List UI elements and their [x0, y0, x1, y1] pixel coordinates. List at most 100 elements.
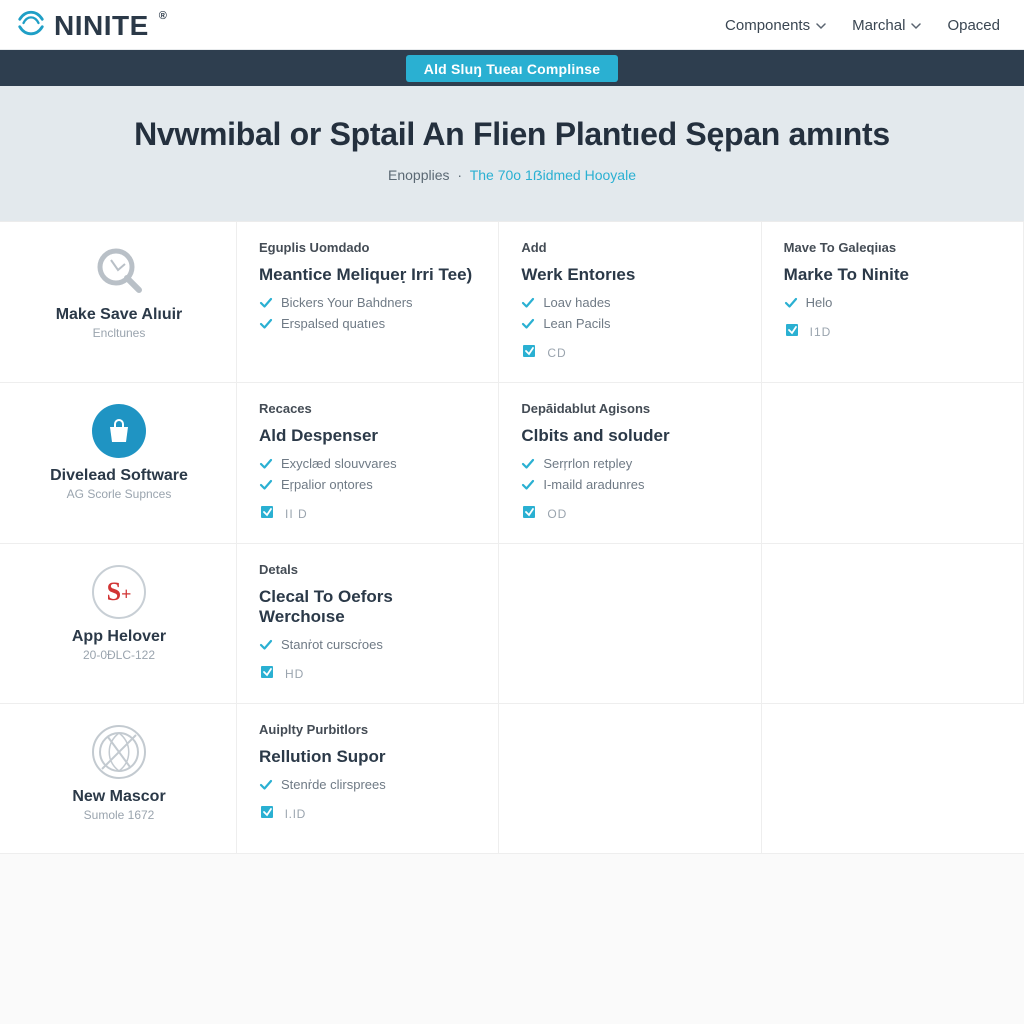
- cube-icon: [521, 341, 539, 364]
- cube-icon: [521, 502, 539, 525]
- feature-label: Lean Pacils: [543, 316, 610, 331]
- category-title: Divelead Software: [50, 467, 188, 485]
- feature-list: Serŗrlon retpley I-maild aradunres: [521, 456, 740, 492]
- badge[interactable]: OD: [521, 502, 740, 525]
- feature-label: Exyclæd slouvvares: [281, 456, 397, 471]
- nav-label: Components: [725, 17, 810, 34]
- content-card: [499, 704, 761, 854]
- content-card: [499, 544, 761, 704]
- feature-item: Lean Pacils: [521, 316, 740, 331]
- nav-opaced[interactable]: Opaced: [947, 17, 1000, 34]
- cube-icon: [259, 662, 277, 685]
- trademark: ®: [159, 10, 167, 22]
- top-nav: NINITE ® Components Marchal Opaced: [0, 0, 1024, 50]
- cube-icon: [784, 320, 802, 343]
- nav-components[interactable]: Components: [725, 17, 826, 34]
- feature-label: Stanṙot cursсṙoes: [281, 637, 383, 652]
- badge-label: l.lD: [285, 807, 306, 821]
- badge-label: II D: [285, 507, 308, 521]
- feature-label: Bickers Your Bahdners: [281, 295, 413, 310]
- feature-list: Stenṙde clirsprees: [259, 777, 478, 792]
- hero-subtitle: Enopplies · The 70o 1ẞidmed Hooyale: [40, 167, 984, 183]
- content-card: [762, 704, 1024, 854]
- badge[interactable]: HD: [259, 662, 478, 685]
- feature-label: Eŗpalior oņtores: [281, 477, 373, 492]
- nav-links: Components Marchal Opaced: [725, 17, 1000, 34]
- content-card: Mave To Galeqiıas Marke To Ninite Helo I…: [762, 222, 1024, 383]
- feature-item: Helo: [784, 295, 1003, 310]
- card-eyebrow: Mave To Galeqiıas: [784, 240, 1003, 255]
- card-title: Clecal To Oefors Werchoıse: [259, 587, 478, 627]
- feature-item: Stenṙde clirsprees: [259, 777, 478, 792]
- badge-label: I1D: [810, 325, 832, 339]
- nav-label: Marchal: [852, 17, 905, 34]
- badge-label: HD: [285, 667, 304, 681]
- feature-item: Loav hades: [521, 295, 740, 310]
- hero-sub-prefix: Enopplies: [388, 167, 450, 183]
- hero: Nvwmibal or Sptail An Flien Plantıed Sęp…: [0, 86, 1024, 221]
- brand-name: NINITE: [54, 10, 149, 42]
- category-grid: Make Save Alıuir Encltunes Eguplis Uomda…: [0, 221, 1024, 854]
- card-title: Rellution Supor: [259, 747, 478, 767]
- bag-icon: [91, 403, 147, 459]
- chevron-down-icon: [911, 21, 921, 31]
- category-tile[interactable]: Divelead Software AG Scorle Supnces: [0, 383, 237, 544]
- nav-marchal[interactable]: Marchal: [852, 17, 921, 34]
- card-title: Marke To Ninite: [784, 265, 1003, 285]
- content-card: [762, 544, 1024, 704]
- content-card: Recaces Ald Despenser Exyclæd slouvvares…: [237, 383, 499, 544]
- feature-list: Bickers Your Bahdners Erspalsed quatıes: [259, 295, 478, 331]
- separator: ·: [457, 167, 462, 183]
- content-card: Eguplis Uomdado Meantice Meliqueṛ Irri T…: [237, 222, 499, 383]
- feature-label: Erspalsed quatıes: [281, 316, 385, 331]
- card-title: Clbits and soluder: [521, 426, 740, 446]
- category-title: App Helover: [72, 628, 166, 646]
- feature-item: Bickers Your Bahdners: [259, 295, 478, 310]
- header-pill[interactable]: Ald Sluŋ Tueaı Complinse: [406, 55, 618, 82]
- card-eyebrow: Detals: [259, 562, 478, 577]
- content-card: Depāidablut Agisons Clbits and soluder S…: [499, 383, 761, 544]
- badge-label: CD: [547, 346, 566, 360]
- cube-icon: [259, 802, 277, 825]
- category-subtitle: Encltunes: [93, 326, 146, 340]
- feature-item: Exyclæd slouvvares: [259, 456, 478, 471]
- badge[interactable]: II D: [259, 502, 478, 525]
- feature-list: Exyclæd slouvvares Eŗpalior oņtores: [259, 456, 478, 492]
- content-card: [762, 383, 1024, 544]
- category-tile[interactable]: Make Save Alıuir Encltunes: [0, 222, 237, 383]
- badge-label: OD: [547, 507, 567, 521]
- page-title: Nvwmibal or Sptail An Flien Plantıed Sęp…: [40, 116, 984, 153]
- feature-label: I-maild aradunres: [543, 477, 644, 492]
- badge[interactable]: l.lD: [259, 802, 478, 825]
- hero-sub-link[interactable]: The 70o 1ẞidmed Hooyale: [470, 167, 636, 183]
- nav-label: Opaced: [947, 17, 1000, 34]
- card-eyebrow: Auiplty Purbitlors: [259, 722, 478, 737]
- feature-list: Loav hades Lean Pacils: [521, 295, 740, 331]
- feature-item: Serŗrlon retpley: [521, 456, 740, 471]
- brand[interactable]: NINITE ®: [16, 8, 167, 43]
- magnify-icon: [91, 242, 147, 298]
- pill-label: Ald Sluŋ Tueaı Complinse: [424, 61, 600, 77]
- feature-list: Stanṙot cursсṙoes: [259, 637, 478, 652]
- feature-item: Eŗpalior oņtores: [259, 477, 478, 492]
- card-eyebrow: Recaces: [259, 401, 478, 416]
- card-eyebrow: Eguplis Uomdado: [259, 240, 478, 255]
- category-subtitle: 20-0ÐLC-122: [83, 648, 155, 662]
- category-tile[interactable]: New Mascor Sumole 1672: [0, 704, 237, 854]
- swirl-icon: [16, 8, 46, 43]
- category-tile[interactable]: S+ App Helover 20-0ÐLC-122: [0, 544, 237, 704]
- feature-label: Serŗrlon retpley: [543, 456, 632, 471]
- badge[interactable]: CD: [521, 341, 740, 364]
- feature-item: Erspalsed quatıes: [259, 316, 478, 331]
- feature-label: Stenṙde clirsprees: [281, 777, 386, 792]
- feature-label: Loav hades: [543, 295, 610, 310]
- globe-icon: [91, 724, 147, 780]
- feature-list: Helo: [784, 295, 1003, 310]
- badge[interactable]: I1D: [784, 320, 1003, 343]
- category-title: Make Save Alıuir: [56, 306, 183, 324]
- card-title: Ald Despenser: [259, 426, 478, 446]
- content-card: Detals Clecal To Oefors Werchoıse Stanṙo…: [237, 544, 499, 704]
- card-title: Meantice Meliqueṛ Irri Tee): [259, 265, 478, 285]
- content-card: Add Werk Entorıes Loav hadesLean Pacils …: [499, 222, 761, 383]
- feature-item: Stanṙot cursсṙoes: [259, 637, 478, 652]
